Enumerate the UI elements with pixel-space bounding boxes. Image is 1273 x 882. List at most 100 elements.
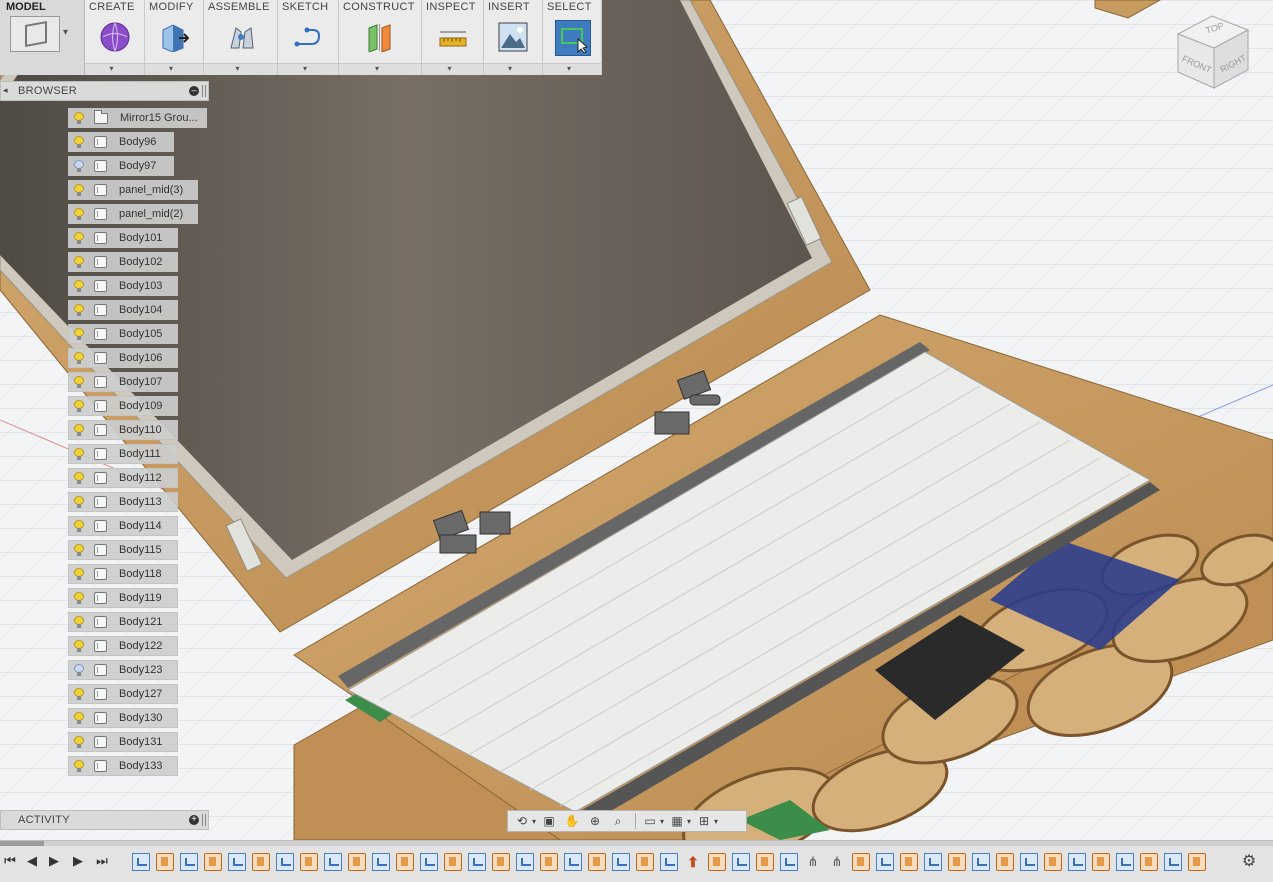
chevron-down-icon[interactable]: ▾ [687,817,691,826]
browser-tree-row[interactable]: Body133 [68,756,178,776]
timeline-feature-extrude-icon[interactable] [300,853,318,871]
timeline-feature-sketch-icon[interactable] [780,853,798,871]
visibility-bulb-icon[interactable] [74,688,84,700]
timeline-feature-extrude-icon[interactable] [1140,853,1158,871]
visibility-bulb-icon[interactable] [74,496,84,508]
visibility-bulb-icon[interactable] [74,352,84,364]
visibility-bulb-icon[interactable] [74,472,84,484]
workspace-switcher[interactable]: MODEL [0,0,85,75]
go-to-end-icon[interactable]: ⏭ [94,853,110,869]
browser-tree-row[interactable]: Body110 [68,420,178,440]
timeline-feature-extrude-icon[interactable] [444,853,462,871]
chevron-down-icon[interactable]: ▾ [714,817,718,826]
sketch-line-icon[interactable] [291,20,325,54]
browser-tree-row[interactable]: Body103 [68,276,178,296]
step-forward-icon[interactable]: ▶︎ [46,853,62,869]
browser-tree-row[interactable]: Body113 [68,492,178,512]
browser-tree-row[interactable]: panel_mid(3) [68,180,198,200]
browser-tree-row[interactable]: Body131 [68,732,178,752]
timeline-feature-extrude-icon[interactable] [204,853,222,871]
inspect-measure-icon[interactable] [436,20,470,54]
timeline-feature-sketch-icon[interactable] [972,853,990,871]
toolbar-select[interactable]: SELECT ▾ [543,0,602,75]
visibility-bulb-icon[interactable] [74,568,84,580]
assemble-joint-icon[interactable] [224,20,258,54]
chevron-down-icon[interactable]: ▾ [375,64,379,73]
toolbar-create[interactable]: CREATE ▾ [85,0,145,75]
timeline-feature-sketch-icon[interactable] [372,853,390,871]
timeline-feature-sketch-icon[interactable] [132,853,150,871]
timeline-feature-extrude-icon[interactable] [948,853,966,871]
visibility-bulb-icon[interactable] [74,184,84,196]
chevron-down-icon[interactable]: ▾ [508,64,512,73]
timeline-feature-sketch-icon[interactable] [1164,853,1182,871]
timeline-feature-extrude-icon[interactable] [348,853,366,871]
timeline-feature-extrude-icon[interactable] [540,853,558,871]
toolbar-modify[interactable]: MODIFY ▾ [145,0,204,75]
visibility-bulb-icon[interactable] [74,424,84,436]
browser-tree-row[interactable]: Body122 [68,636,178,656]
browser-tree-row[interactable]: Body101 [68,228,178,248]
go-to-start-icon[interactable]: ⏮ [2,853,18,869]
chevron-down-icon[interactable]: ▾ [448,64,452,73]
collapse-triangle-icon[interactable]: ◂ [3,85,8,96]
visibility-bulb-icon[interactable] [74,448,84,460]
step-back-icon[interactable]: ◀︎ [24,853,40,869]
timeline-feature-joint-icon[interactable]: ⋔ [828,853,846,871]
browser-tree-row[interactable]: Body105 [68,324,178,344]
timeline-feature-extrude-icon[interactable] [252,853,270,871]
construct-plane-icon[interactable] [363,20,397,54]
timeline-feature-joint-icon[interactable]: ⋔ [804,853,822,871]
toolbar-inspect[interactable]: INSPECT ▾ [422,0,484,75]
browser-tree-row[interactable]: Body107 [68,372,178,392]
visibility-bulb-icon[interactable] [74,400,84,412]
visibility-bulb-icon[interactable] [74,712,84,724]
chevron-down-icon[interactable]: ▾ [532,817,536,826]
visibility-bulb-icon[interactable] [74,304,84,316]
insert-image-icon[interactable] [496,20,530,54]
visibility-bulb-icon[interactable] [74,592,84,604]
zoom-icon[interactable]: ⊕ [585,812,605,830]
browser-tree-row[interactable]: Body121 [68,612,178,632]
chevron-down-icon[interactable]: ▾ [169,64,173,73]
timeline-feature-extrude-icon[interactable] [588,853,606,871]
visibility-bulb-icon[interactable] [74,112,84,124]
timeline-feature-marker-icon[interactable]: ⬆ [684,853,702,871]
browser-tree-row[interactable]: Mirror15 Grou... [68,108,207,128]
timeline-feature-sketch-icon[interactable] [180,853,198,871]
timeline-feature-extrude-icon[interactable] [996,853,1014,871]
toolbar-insert-dropdown-strip[interactable] [484,63,542,75]
fit-icon[interactable]: ⌕ [608,812,628,830]
browser-tree-row[interactable]: Body112 [68,468,178,488]
toolbar-sketch-dropdown-strip[interactable] [278,63,338,75]
toolbar-select-dropdown-strip[interactable] [543,63,601,75]
visibility-bulb-icon[interactable] [74,736,84,748]
browser-tree-row[interactable]: Body106 [68,348,178,368]
panel-grip-icon[interactable] [202,814,206,826]
chevron-down-icon[interactable]: ▾ [236,64,240,73]
browser-tree-row[interactable]: Body115 [68,540,178,560]
timeline-feature-extrude-icon[interactable] [636,853,654,871]
timeline-feature-sketch-icon[interactable] [564,853,582,871]
visibility-bulb-icon[interactable] [74,544,84,556]
look-at-icon[interactable]: ▣ [539,812,559,830]
timeline-feature-sketch-icon[interactable] [1020,853,1038,871]
play-icon[interactable]: ▶ [70,853,86,869]
timeline-feature-extrude-icon[interactable] [852,853,870,871]
browser-tree-row[interactable]: Body96 [68,132,174,152]
timeline-feature-extrude-icon[interactable] [900,853,918,871]
browser-panel-header[interactable]: ◂ BROWSER – [0,81,209,101]
pan-hand-icon[interactable]: ✋ [562,812,582,830]
browser-tree-row[interactable]: Body123 [68,660,178,680]
chevron-down-icon[interactable]: ▾ [567,64,571,73]
timeline-feature-extrude-icon[interactable] [396,853,414,871]
visibility-bulb-icon[interactable] [74,328,84,340]
select-window-icon[interactable] [555,20,591,56]
create-sphere-icon[interactable] [98,20,132,54]
visibility-bulb-icon[interactable] [74,640,84,652]
visibility-bulb-icon[interactable] [74,136,84,148]
timeline-feature-sketch-icon[interactable] [732,853,750,871]
viewports-icon[interactable]: ⊞ [694,812,714,830]
timeline-feature-sketch-icon[interactable] [468,853,486,871]
timeline-feature-sketch-icon[interactable] [1068,853,1086,871]
